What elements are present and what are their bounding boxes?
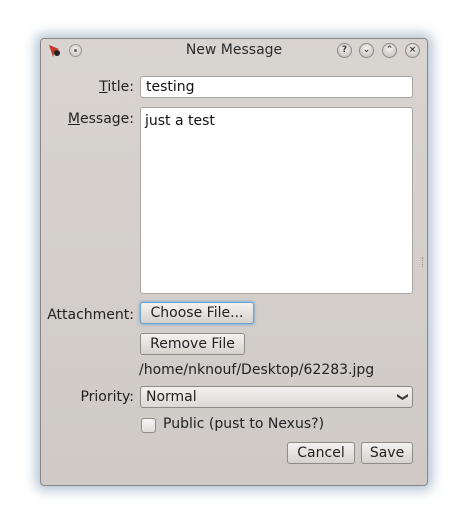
public-checkbox-label[interactable]: Public (pust to Nexus?) — [163, 416, 324, 432]
attachment-label: Attachment: — [47, 307, 134, 323]
maximize-icon[interactable]: ⌃ — [382, 43, 397, 58]
message-textarea[interactable]: just a test — [140, 107, 413, 294]
message-label-mnemonic: M — [67, 111, 80, 127]
message-label: Message: — [68, 111, 134, 127]
priority-value: Normal — [146, 389, 197, 405]
priority-select[interactable]: Normal ❯ — [140, 386, 413, 408]
attachment-path: /home/nknouf/Desktop/62283.jpg — [139, 362, 375, 378]
title-input[interactable]: testing — [140, 76, 413, 98]
message-label-text: essage: — [80, 111, 134, 127]
priority-label: Priority: — [80, 389, 134, 405]
help-icon[interactable]: ? — [337, 43, 352, 58]
title-bar[interactable]: New Message ? ⌄ ⌃ × — [41, 39, 427, 65]
close-icon[interactable]: × — [405, 43, 420, 58]
new-message-dialog: New Message ? ⌄ ⌃ × Title: testing Messa… — [40, 38, 428, 486]
cancel-button[interactable]: Cancel — [287, 442, 355, 464]
public-checkbox[interactable] — [141, 418, 156, 433]
resize-grip[interactable] — [422, 257, 425, 267]
title-label: Title: — [99, 79, 134, 95]
choose-file-button[interactable]: Choose File... — [140, 302, 254, 324]
minimize-icon[interactable]: ⌄ — [359, 43, 374, 58]
remove-file-button[interactable]: Remove File — [140, 333, 245, 355]
save-button[interactable]: Save — [361, 442, 413, 464]
chevron-down-icon: ❯ — [396, 392, 410, 402]
title-label-text: itle: — [107, 79, 134, 95]
